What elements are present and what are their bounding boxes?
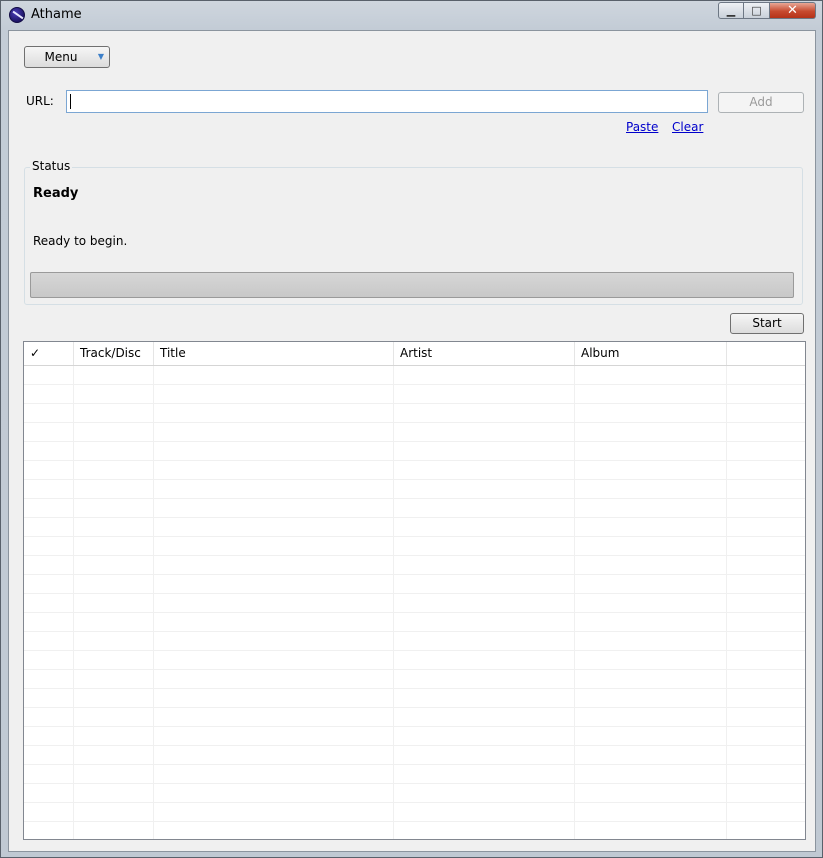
clear-link[interactable]: Clear <box>672 120 703 134</box>
empty-grid-row <box>24 366 805 385</box>
column-header-album[interactable]: Album <box>575 342 727 365</box>
track-list-header: ✓ Track/Disc Title Artist Album <box>24 342 805 366</box>
app-logo-icon <box>9 7 25 23</box>
empty-grid-row <box>24 784 805 803</box>
main-panel: Menu ▼ URL: Add Paste Clear Status Ready… <box>8 30 816 852</box>
url-label: URL: <box>26 94 54 108</box>
menu-button-label: Menu <box>44 50 78 64</box>
empty-grid-row <box>24 594 805 613</box>
close-button[interactable]: ✕ <box>770 2 816 19</box>
empty-grid-row <box>24 537 805 556</box>
column-header-select[interactable]: ✓ <box>24 342 74 365</box>
maximize-button[interactable]: □ <box>744 2 770 19</box>
empty-grid-row <box>24 404 805 423</box>
empty-grid-row <box>24 746 805 765</box>
close-icon: ✕ <box>787 3 798 18</box>
empty-grid-row <box>24 556 805 575</box>
empty-grid-row <box>24 632 805 651</box>
progress-bar <box>30 272 794 298</box>
text-caret <box>70 94 71 109</box>
status-message: Ready to begin. <box>33 234 128 248</box>
empty-grid-row <box>24 480 805 499</box>
empty-grid-row <box>24 461 805 480</box>
minimize-button[interactable]: ▁ <box>718 2 744 19</box>
column-divider <box>73 366 74 839</box>
dropdown-arrow-icon: ▼ <box>97 52 104 61</box>
column-header-artist[interactable]: Artist <box>394 342 575 365</box>
start-button[interactable]: Start <box>730 313 804 334</box>
track-list[interactable]: ✓ Track/Disc Title Artist Album <box>23 341 806 840</box>
column-header-filler <box>727 342 805 365</box>
title-bar[interactable]: Athame ▁ □ ✕ <box>1 1 822 30</box>
add-button[interactable]: Add <box>718 92 804 113</box>
column-divider <box>153 366 154 839</box>
menu-button[interactable]: Menu ▼ <box>24 46 110 68</box>
empty-grid-row <box>24 765 805 784</box>
empty-grid-row <box>24 499 805 518</box>
column-header-track-disc[interactable]: Track/Disc <box>74 342 154 365</box>
empty-grid-row <box>24 423 805 442</box>
empty-grid-row <box>24 803 805 822</box>
app-window: Athame ▁ □ ✕ Menu ▼ URL: Add Paste Clear… <box>0 0 823 858</box>
column-divider <box>393 366 394 839</box>
paste-link[interactable]: Paste <box>626 120 658 134</box>
minimize-icon: ▁ <box>726 4 736 17</box>
empty-grid-row <box>24 575 805 594</box>
empty-grid-row <box>24 689 805 708</box>
column-header-title[interactable]: Title <box>154 342 394 365</box>
url-input[interactable] <box>66 90 708 113</box>
status-group-label: Status <box>30 159 73 173</box>
empty-grid-row <box>24 385 805 404</box>
empty-grid-row <box>24 651 805 670</box>
maximize-icon: □ <box>751 4 762 17</box>
empty-grid-row <box>24 518 805 537</box>
column-divider <box>726 366 727 839</box>
window-controls: ▁ □ ✕ <box>718 2 816 21</box>
empty-grid-row <box>24 822 805 839</box>
empty-grid-row <box>24 708 805 727</box>
window-title: Athame <box>31 7 82 22</box>
empty-grid-row <box>24 670 805 689</box>
empty-grid-row <box>24 727 805 746</box>
status-title: Ready <box>33 186 79 201</box>
column-divider <box>574 366 575 839</box>
empty-grid-row <box>24 442 805 461</box>
empty-grid-row <box>24 613 805 632</box>
